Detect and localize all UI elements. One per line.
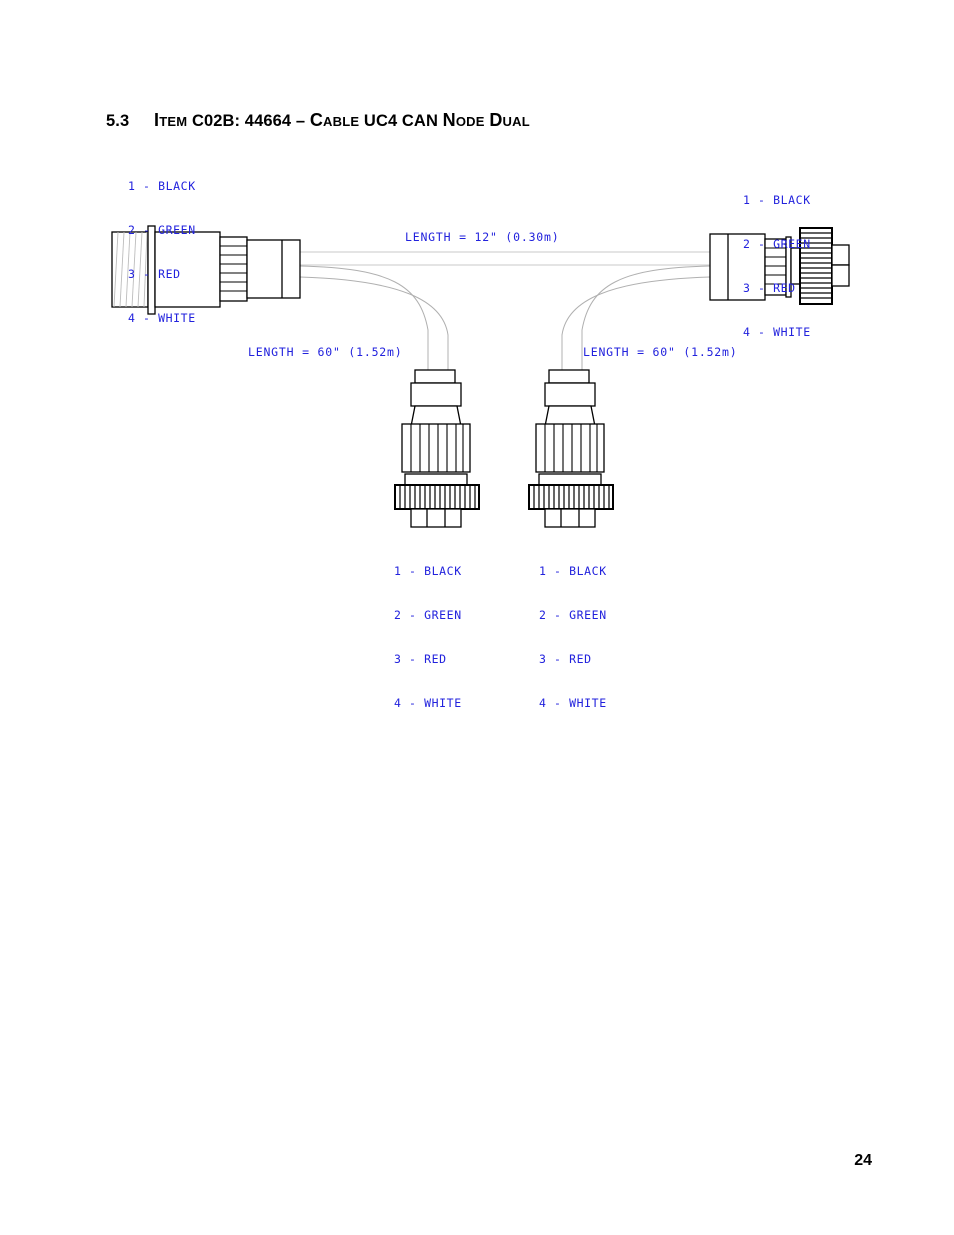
branch-1-end-cap <box>410 508 462 528</box>
legend-left-connector: 1 - BLACK 2 - GREEN 3 - RED 4 - WHITE <box>128 150 196 340</box>
left-connector-shell <box>246 239 301 299</box>
right-connector-end-cap-upper <box>831 244 850 266</box>
legend-branch-1-line-2: 2 - GREEN <box>394 607 462 622</box>
branch-2-upper-block <box>544 382 596 407</box>
legend-branch-1-line-4: 4 - WHITE <box>394 695 462 710</box>
branch-2-top-cap <box>548 369 590 384</box>
legend-branch-2-line-1: 1 - BLACK <box>539 564 607 579</box>
legend-branch-1: 1 - BLACK 2 - GREEN 3 - RED 4 - WHITE <box>394 535 462 725</box>
legend-branch-2-line-2: 2 - GREEN <box>539 607 607 622</box>
legend-branch-2-line-3: 3 - RED <box>539 651 592 666</box>
length-branch-1-label: LENGTH = 60" (1.52m) <box>248 345 403 359</box>
legend-left-line-4: 4 - WHITE <box>128 310 196 325</box>
branch-2-grip-section <box>535 423 605 473</box>
length-trunk-label: LENGTH = 12" (0.30m) <box>405 230 560 244</box>
legend-branch-1-line-1: 1 - BLACK <box>394 564 462 579</box>
page-number: 24 <box>854 1152 872 1169</box>
connector-branch-2 <box>528 369 614 528</box>
branch-1-knurled-nut <box>394 484 480 510</box>
legend-right-line-2: 2 - GREEN <box>743 236 811 251</box>
length-branch-2-label: LENGTH = 60" (1.52m) <box>583 345 738 359</box>
branch-2-end-cap <box>544 508 596 528</box>
legend-right-line-4: 4 - WHITE <box>743 324 811 339</box>
legend-branch-2: 1 - BLACK 2 - GREEN 3 - RED 4 - WHITE <box>539 535 607 725</box>
legend-right-connector: 1 - BLACK 2 - GREEN 3 - RED 4 - WHITE <box>743 164 811 354</box>
legend-branch-1-line-3: 3 - RED <box>394 651 447 666</box>
legend-left-line-1: 1 - BLACK <box>128 179 196 194</box>
branch-2-knurled-nut <box>528 484 614 510</box>
legend-right-line-1: 1 - BLACK <box>743 193 811 208</box>
branch-1-grip-section <box>401 423 471 473</box>
right-connector-end-cap-lower <box>831 264 850 287</box>
connector-branch-1 <box>394 369 480 528</box>
branch-1-upper-block <box>410 382 462 407</box>
legend-left-line-2: 2 - GREEN <box>128 222 196 237</box>
legend-right-line-3: 3 - RED <box>743 280 796 295</box>
branch-1-top-cap <box>414 369 456 384</box>
legend-left-line-3: 3 - RED <box>128 266 181 281</box>
legend-branch-2-line-4: 4 - WHITE <box>539 695 607 710</box>
